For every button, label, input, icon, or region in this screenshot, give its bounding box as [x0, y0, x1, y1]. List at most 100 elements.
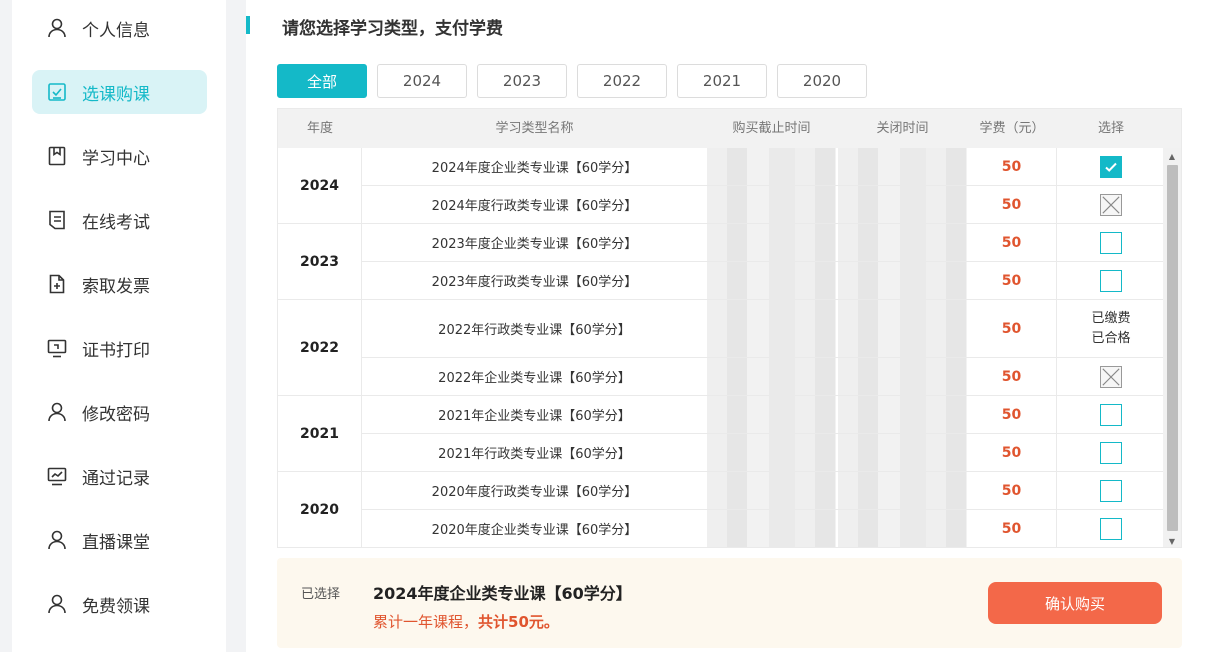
header-close-time: 关闭时间 — [876, 121, 929, 136]
select-cell — [1057, 434, 1165, 471]
course-fee: 50 — [967, 358, 1057, 395]
select-checkbox[interactable] — [1100, 231, 1122, 254]
tab-all[interactable]: 全部 — [277, 64, 367, 98]
payment-status-text: 已缴费 — [1091, 310, 1131, 326]
monitor-icon — [46, 337, 68, 359]
sidebar-item-label: 个人信息 — [82, 20, 150, 41]
table-row: 2021年企业类专业课【60学分】 50 — [362, 396, 1165, 434]
course-fee: 50 — [967, 186, 1057, 223]
close-time-redacted — [838, 434, 967, 471]
selection-summary: 已选择 2024年度企业类专业课【60学分】 累计一年课程，共计50元。 确认购… — [277, 558, 1182, 648]
deadline-redacted — [707, 472, 836, 509]
header-year: 年度 — [306, 121, 333, 136]
blurred-value — [838, 300, 967, 357]
course-name: 2024年度企业类专业课【60学分】 — [431, 161, 638, 176]
total-amount: 共计50元。 — [478, 613, 559, 631]
user-icon — [46, 401, 68, 423]
course-name: 2020年度企业类专业课【60学分】 — [431, 523, 638, 538]
course-fee: 50 — [967, 224, 1057, 261]
table-row: 2022年企业类专业课【60学分】 50 — [362, 358, 1165, 396]
course-name: 2020年度行政类专业课【60学分】 — [431, 485, 638, 500]
deadline-redacted — [707, 262, 836, 299]
sidebar-item-label: 在线考试 — [82, 212, 150, 233]
scroll-thumb[interactable] — [1167, 165, 1178, 531]
table-row: 2023年度企业类专业课【60学分】 50 — [362, 224, 1165, 262]
year-cell: 2021 — [278, 396, 362, 472]
sidebar-item-6[interactable]: 证书打印 — [32, 326, 207, 370]
close-time-redacted — [838, 224, 967, 261]
tab-2021[interactable]: 2021 — [677, 64, 767, 98]
selected-total: 累计一年课程，共计50元。 — [373, 611, 559, 632]
sidebar-item-7[interactable]: 修改密码 — [32, 390, 207, 434]
table-body: 2024年度企业类专业课【60学分】 50 2024年度行政类专业课【60学分】 50… — [278, 148, 1165, 547]
course-name: 2021年行政类专业课【60学分】 — [438, 447, 631, 462]
user-icon — [46, 593, 68, 615]
course-name: 2024年度行政类专业课【60学分】 — [431, 199, 638, 214]
course-name: 2022年企业类专业课【60学分】 — [438, 371, 631, 386]
tab-2023[interactable]: 2023 — [477, 64, 567, 98]
course-fee: 50 — [967, 148, 1057, 185]
sidebar-item-4[interactable]: 在线考试 — [32, 198, 207, 242]
select-checkbox[interactable] — [1100, 479, 1122, 502]
select-checkbox[interactable] — [1100, 403, 1122, 426]
year-filter-tabs: 全部 2024 2023 2022 2021 2020 — [277, 64, 867, 98]
blurred-value — [838, 224, 967, 261]
sidebar-item-8[interactable]: 通过记录 — [32, 454, 207, 498]
deadline-redacted — [707, 300, 836, 357]
file-add-icon — [46, 273, 68, 295]
cross-icon — [1102, 367, 1120, 386]
close-time-redacted — [838, 186, 967, 223]
course-fee: 50 — [967, 262, 1057, 299]
select-checkbox[interactable] — [1100, 517, 1122, 540]
sidebar-item-label: 免费领课 — [82, 596, 150, 617]
blurred-value — [707, 262, 836, 299]
close-time-redacted — [838, 358, 967, 395]
disabled-checkbox — [1100, 365, 1122, 388]
table-row: 2020年度企业类专业课【60学分】 50 — [362, 510, 1165, 547]
course-table: 年度 学习类型名称 购买截止时间 关闭时间 学费（元） 选择 2024年度企业类… — [277, 108, 1182, 548]
blurred-value — [838, 510, 967, 547]
blurred-value — [838, 148, 967, 185]
select-cell — [1057, 262, 1165, 299]
user-icon — [46, 529, 68, 551]
main-panel: 请您选择学习类型，支付学费 全部 2024 2023 2022 2021 2020 年度 … — [246, 0, 1206, 652]
sidebar-item-5[interactable]: 索取发票 — [32, 262, 207, 306]
blurred-value — [838, 262, 967, 299]
select-cell — [1057, 358, 1165, 395]
sidebar-item-label: 通过记录 — [82, 468, 150, 489]
sidebar-item-10[interactable]: 免费领课 — [32, 582, 207, 626]
select-checkbox[interactable] — [1100, 269, 1122, 292]
deadline-redacted — [707, 358, 836, 395]
course-name: 2022年行政类专业课【60学分】 — [438, 323, 631, 338]
sidebar-item-label: 选课购课 — [82, 84, 150, 105]
table-row: 2023年度行政类专业课【60学分】 50 — [362, 262, 1165, 300]
sidebar: 个人信息选课购课学习中心在线考试索取发票证书打印修改密码通过记录直播课堂免费领课 — [12, 0, 226, 652]
table-scrollbar[interactable]: ▲ ▼ — [1163, 148, 1181, 547]
tab-2022[interactable]: 2022 — [577, 64, 667, 98]
scroll-up-arrow-icon[interactable]: ▲ — [1163, 148, 1181, 164]
tab-2020[interactable]: 2020 — [777, 64, 867, 98]
select-checkbox[interactable] — [1100, 155, 1122, 178]
table-row: 2024年度企业类专业课【60学分】 50 — [362, 148, 1165, 186]
sidebar-item-3[interactable]: 学习中心 — [32, 134, 207, 178]
bookmark-icon — [46, 145, 68, 167]
user-icon — [46, 17, 68, 39]
tab-2024[interactable]: 2024 — [377, 64, 467, 98]
blurred-value — [707, 510, 836, 547]
year-cell: 2024 — [278, 148, 362, 224]
sidebar-item-2[interactable]: 选课购课 — [32, 70, 207, 114]
course-name: 2021年企业类专业课【60学分】 — [438, 409, 631, 424]
confirm-purchase-button[interactable]: 确认购买 — [988, 582, 1162, 624]
scroll-down-arrow-icon[interactable]: ▼ — [1163, 533, 1181, 547]
deadline-redacted — [707, 396, 836, 433]
payment-status-text: 已合格 — [1091, 330, 1131, 346]
check-icon — [1105, 162, 1117, 172]
sidebar-item-label: 修改密码 — [82, 404, 150, 425]
sidebar-item-1[interactable]: 个人信息 — [32, 6, 207, 50]
select-checkbox[interactable] — [1100, 441, 1122, 464]
total-prefix: 累计一年课程， — [373, 613, 479, 631]
select-cell — [1057, 510, 1165, 547]
sidebar-item-9[interactable]: 直播课堂 — [32, 518, 207, 562]
select-cell — [1057, 148, 1165, 185]
close-time-redacted — [838, 472, 967, 509]
